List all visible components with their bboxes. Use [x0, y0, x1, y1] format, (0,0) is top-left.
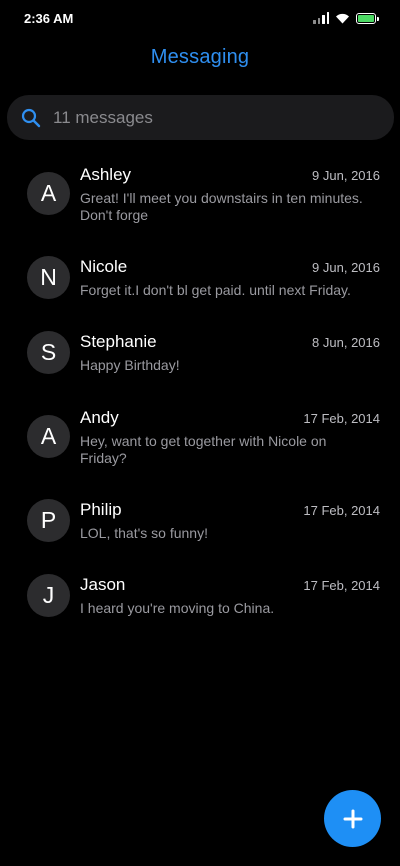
sender-name: Philip: [80, 500, 122, 519]
message-item-nicole[interactable]: N Nicole 9 Jun, 2016 Forget it.I don't b…: [0, 252, 400, 318]
avatar: A: [27, 172, 70, 215]
avatar: N: [27, 256, 70, 299]
message-item-stephanie[interactable]: S Stephanie 8 Jun, 2016 Happy Birthday!: [0, 327, 400, 393]
message-snippet: I heard you're moving to China.: [80, 600, 275, 616]
sender-name: Stephanie: [80, 332, 157, 351]
sender-name: Jason: [80, 575, 126, 594]
search-icon: [21, 107, 43, 129]
message-snippet: Forget it.I don't bl get paid. until nex…: [80, 282, 351, 298]
sender-name: Nicole: [80, 257, 128, 276]
avatar: S: [27, 331, 70, 374]
message-item-jason[interactable]: J Jason 17 Feb, 2014 I heard you're movi…: [0, 570, 400, 636]
message-item-ashley[interactable]: A Ashley 9 Jun, 2016 Great! I'll meet yo…: [0, 160, 400, 240]
message-date: 17 Feb, 2014: [303, 411, 380, 426]
battery-fill: [358, 14, 374, 22]
message-snippet: Great! I'll meet you downstairs in ten m…: [80, 190, 363, 223]
plus-icon: [343, 809, 362, 828]
message-date: 17 Feb, 2014: [303, 578, 380, 593]
search-bar[interactable]: [7, 95, 394, 140]
status-icons: [313, 12, 379, 24]
sender-name: Andy: [80, 408, 119, 427]
message-snippet: Hey, want to get together with Nicole on…: [80, 433, 327, 466]
message-date: 8 Jun, 2016: [312, 335, 380, 350]
message-snippet: LOL, that's so funny!: [80, 525, 208, 541]
message-date: 17 Feb, 2014: [303, 503, 380, 518]
avatar: P: [27, 499, 70, 542]
message-snippet: Happy Birthday!: [80, 357, 180, 373]
search-input[interactable]: [53, 107, 353, 128]
message-date: 9 Jun, 2016: [312, 260, 380, 275]
message-item-philip[interactable]: P Philip 17 Feb, 2014 LOL, that's so fun…: [0, 495, 400, 561]
messaging-screen: 2:36 AM Messaging A Ashley 9 Jun,: [0, 0, 400, 866]
battery-icon: [356, 12, 379, 24]
avatar: A: [27, 415, 70, 458]
new-message-button[interactable]: [324, 790, 381, 847]
signal-icon: [313, 12, 329, 24]
message-date: 9 Jun, 2016: [312, 168, 380, 183]
sender-name: Ashley: [80, 165, 132, 184]
status-bar: 2:36 AM: [0, 0, 400, 36]
message-item-andy[interactable]: A Andy 17 Feb, 2014 Hey, want to get tog…: [0, 403, 400, 483]
wifi-icon: [336, 13, 349, 24]
status-time: 2:36 AM: [24, 10, 74, 26]
avatar: J: [27, 574, 70, 617]
page-title: Messaging: [150, 46, 250, 68]
